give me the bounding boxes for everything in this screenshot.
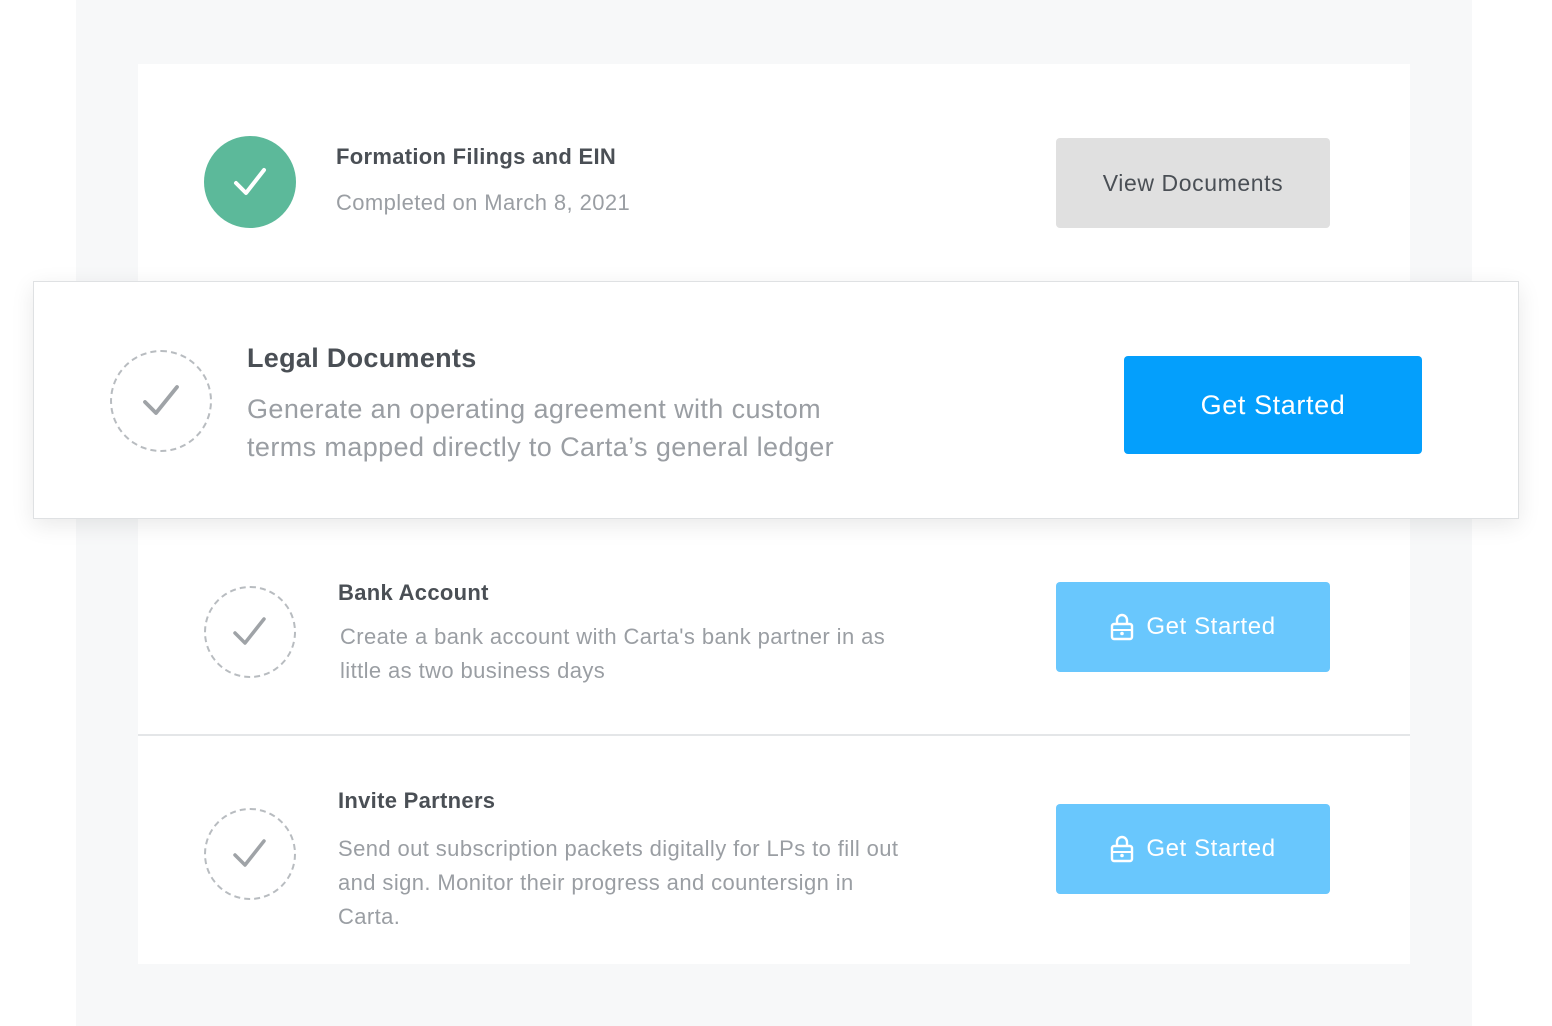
check-icon [143, 385, 179, 415]
step-title: Legal Documents [247, 343, 477, 373]
step-legal-documents: Legal Documents Generate an operating ag… [33, 281, 1519, 519]
row-divider [138, 734, 1410, 736]
step-description-line: Send out subscription packets digitally … [338, 836, 899, 861]
view-documents-button[interactable]: View Documents [1056, 138, 1330, 228]
pending-status-icon [204, 586, 296, 678]
step-description-line: Carta. [338, 904, 401, 929]
step-completed-date: Completed on March 8, 2021 [336, 190, 631, 215]
pending-status-icon [110, 350, 212, 452]
step-description-line: Generate an operating agreement with cus… [247, 394, 822, 424]
lock-icon [1111, 835, 1134, 863]
completed-status-icon [204, 136, 296, 228]
check-icon [233, 617, 266, 645]
button-label: Get Started [1146, 835, 1276, 862]
step-title: Bank Account [338, 580, 489, 605]
get-started-locked-button[interactable]: Get Started [1056, 582, 1330, 672]
lock-icon [1111, 613, 1134, 641]
step-description-line: and sign. Monitor their progress and cou… [338, 870, 854, 895]
step-description-line: Create a bank account with Carta's bank … [340, 624, 886, 649]
button-label: Get Started [1146, 613, 1276, 640]
check-icon [234, 168, 266, 195]
pending-status-icon [204, 808, 296, 900]
step-description-line: little as two business days [340, 658, 606, 683]
check-icon [233, 839, 266, 867]
button-label: View Documents [1102, 169, 1284, 196]
get-started-button[interactable]: Get Started [1124, 356, 1422, 454]
step-title: Invite Partners [338, 788, 496, 813]
get-started-locked-button[interactable]: Get Started [1056, 804, 1330, 894]
button-label: Get Started [1200, 389, 1346, 420]
step-title: Formation Filings and EIN [336, 144, 617, 169]
step-description-line: terms mapped directly to Carta’s general… [247, 432, 835, 462]
